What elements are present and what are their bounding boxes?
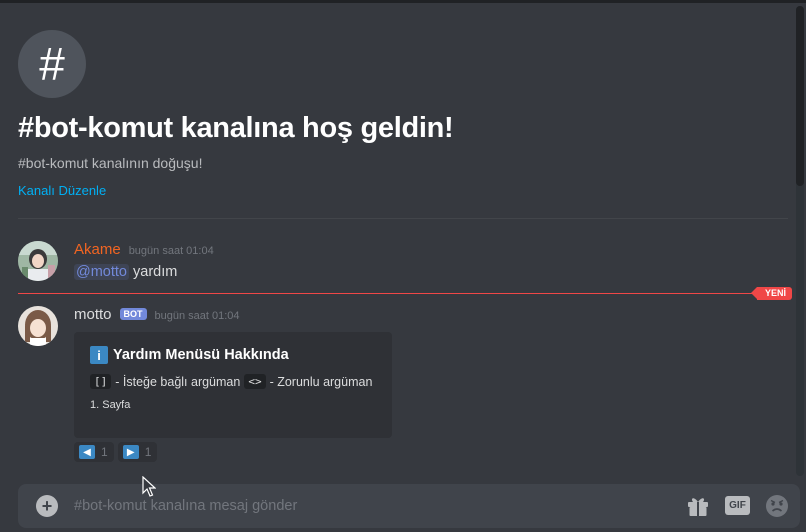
avatar-motto[interactable]: [18, 306, 58, 346]
embed-description: [] - İsteğe bağlı argüman <> - Zorunlu a…: [90, 374, 376, 389]
arrow-right-icon: ▶: [122, 445, 139, 459]
channel-welcome: # #bot-komut kanalına hoş geldin! #bot-k…: [18, 30, 788, 200]
embed-title-text: Yardım Menüsü Hakkında: [113, 347, 289, 363]
reaction-count: 1: [101, 445, 108, 459]
username[interactable]: motto: [74, 306, 112, 323]
emoji-icon[interactable]: [765, 494, 789, 518]
reaction-count: 1: [144, 445, 152, 459]
message-composer: + GIF: [18, 484, 800, 528]
text-required: - Zorunlu argüman: [269, 374, 373, 389]
window-top-border: [0, 0, 806, 3]
timestamp: bugün saat 01:04: [154, 310, 240, 322]
message-text: yardım: [128, 264, 178, 280]
new-messages-badge: YENİ: [750, 287, 792, 300]
avatar-motto-image: [18, 306, 58, 346]
welcome-divider: [18, 218, 788, 219]
timestamp: bugün saat 01:04: [128, 245, 214, 257]
upload-plus-button[interactable]: +: [36, 495, 58, 517]
gif-button[interactable]: GIF: [725, 496, 750, 515]
username[interactable]: Akame: [74, 241, 121, 258]
code-required: <>: [244, 374, 266, 389]
text-optional: - İsteğe bağlı argüman: [115, 374, 241, 389]
gift-icon[interactable]: [686, 495, 710, 517]
reaction-next-page[interactable]: ▶ 1: [117, 442, 158, 462]
arrow-left-icon: ◀: [79, 445, 95, 459]
code-optional: []: [90, 374, 112, 389]
new-messages-divider: [18, 293, 791, 294]
help-embed: i Yardım Menüsü Hakkında [] - İsteğe bağ…: [74, 332, 392, 438]
user-mention[interactable]: @motto: [74, 264, 129, 280]
message-body: motto BOT bugün saat 01:04 i Yardım Menü…: [74, 306, 774, 462]
avatar-akame[interactable]: [18, 241, 58, 281]
avatar-akame-image: [18, 241, 58, 281]
message-body: Akame bugün saat 01:04 @motto yardım: [74, 241, 774, 280]
embed-footer: 1. Sayfa: [90, 399, 131, 411]
edit-channel-link[interactable]: Kanalı Düzenle: [18, 183, 106, 198]
information-icon: i: [90, 346, 108, 364]
scrollbar-thumb[interactable]: [796, 6, 804, 186]
message-content: @motto yardım: [74, 264, 774, 280]
welcome-title: #bot-komut kanalına hoş geldin!: [18, 112, 454, 144]
embed-title: i Yardım Menüsü Hakkında: [90, 346, 376, 364]
message-header: motto BOT bugün saat 01:04: [74, 306, 774, 326]
channel-hash-icon: #: [18, 30, 86, 98]
reaction-previous-page[interactable]: ◀ 1: [74, 442, 114, 462]
bot-tag: BOT: [119, 308, 147, 320]
mouse-cursor-icon: [142, 476, 156, 497]
welcome-subtitle: #bot-komut kanalının doğuşu!: [18, 155, 203, 171]
reactions: ◀ 1 ▶ 1: [74, 442, 774, 462]
message-header: Akame bugün saat 01:04: [74, 241, 774, 261]
message-input[interactable]: [74, 496, 634, 516]
